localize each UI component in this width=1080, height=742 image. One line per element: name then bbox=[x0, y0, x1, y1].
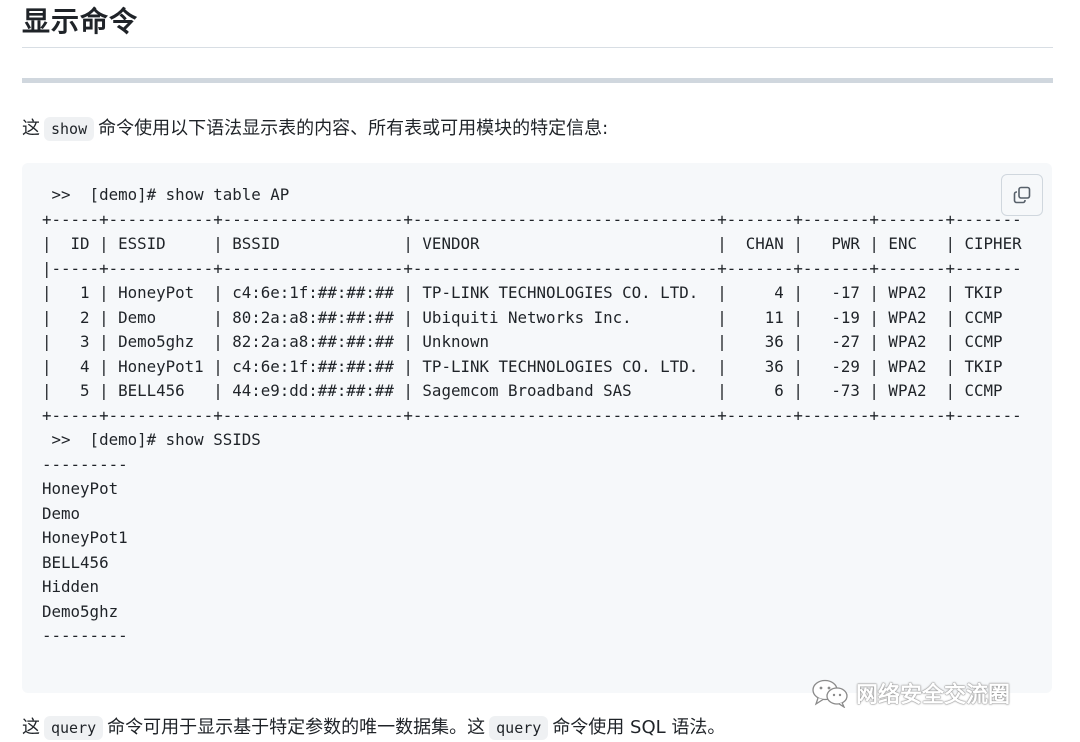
code-line: --------- bbox=[42, 626, 128, 645]
wechat-icon bbox=[812, 679, 848, 708]
para2-text-1: 这 bbox=[22, 717, 40, 738]
section-heading: 显示命令 bbox=[22, 5, 139, 38]
copy-button[interactable] bbox=[1001, 174, 1043, 216]
show-description: 这 show 命令使用以下语法显示表的内容、所有表或可用模块的特定信息: bbox=[22, 115, 608, 143]
code-line: | 4 | HoneyPot1 | c4:6e:1f:##:##:## | TP… bbox=[42, 356, 1003, 376]
code-line: Hidden bbox=[42, 577, 100, 596]
query-description: 这 query 命令可用于显示基于特定参数的唯一数据集。这 query 命令使用 SQL… bbox=[22, 714, 725, 742]
watermark-text: 网络安全交流圈 bbox=[856, 683, 1011, 708]
code-line: | 3 | Demo5ghz | 82:2a:a8:##:##:## | Unk… bbox=[42, 332, 1003, 351]
code-line: | 2 | Demo | 80:2a:a8:##:##:## | Ubiquit… bbox=[42, 307, 1003, 327]
code-line: HoneyPot bbox=[42, 479, 119, 498]
code-line: | 5 | BELL456 | 44:e9:dd:##:##:## | Sage… bbox=[42, 381, 1003, 400]
para2-text-2: 命令可用于显示基于特定参数的唯一数据集。这 bbox=[107, 717, 486, 738]
copy-icon bbox=[1013, 186, 1031, 204]
code-line: +-----+-----------+-------------------+-… bbox=[42, 405, 1022, 425]
para1-text-before: 这 bbox=[22, 118, 40, 139]
code-line: | 1 | HoneyPot | c4:6e:1f:##:##:## | TP-… bbox=[42, 283, 1003, 302]
code-content[interactable]: >> [demo]# show table AP +-----+--------… bbox=[42, 183, 1022, 649]
heading-divider bbox=[22, 47, 1053, 48]
para2-text-3: 命令使用 SQL 语法。 bbox=[552, 717, 726, 738]
section-divider bbox=[22, 78, 1053, 83]
code-line: BELL456 bbox=[42, 552, 109, 572]
code-line: HoneyPot1 bbox=[42, 528, 128, 547]
code-line: +-----+-----------+-------------------+-… bbox=[42, 209, 1022, 229]
code-line: Demo bbox=[42, 503, 81, 523]
watermark: 网络安全交流圈 bbox=[810, 676, 1010, 710]
code-line: |-----+-----------+-------------------+-… bbox=[42, 258, 1022, 278]
code-line: >> [demo]# show table AP bbox=[42, 185, 290, 204]
code-line: --------- bbox=[42, 454, 128, 474]
code-block: >> [demo]# show table AP +-----+--------… bbox=[22, 163, 1052, 693]
code-line: >> [demo]# show SSIDS bbox=[42, 430, 261, 449]
para1-text-after: 命令使用以下语法显示表的内容、所有表或可用模块的特定信息: bbox=[98, 118, 609, 139]
code-line: | ID | ESSID | BSSID | VENDOR | CHAN | P… bbox=[42, 234, 1022, 253]
inline-code-show: show bbox=[44, 117, 95, 141]
inline-code-query-1: query bbox=[44, 716, 104, 740]
inline-code-query-2: query bbox=[489, 716, 549, 740]
code-line: Demo5ghz bbox=[42, 601, 119, 621]
